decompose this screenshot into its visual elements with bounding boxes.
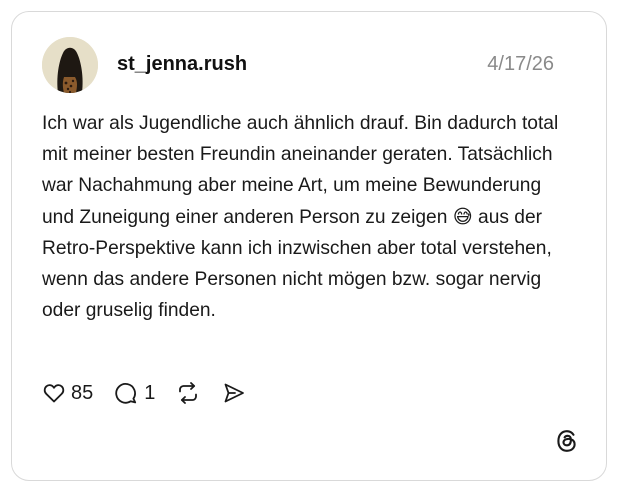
heart-icon [43, 384, 65, 403]
speech-bubble-icon [115, 383, 137, 404]
post-text: Ich war als Jugendliche auch ähnlich dra… [42, 113, 559, 322]
action-bar: 85 1 [42, 376, 267, 410]
post-card: st_jenna.rush 4/17/26 Ich war als Jugend… [11, 11, 607, 481]
repost-icon [179, 382, 198, 404]
send-icon [224, 383, 245, 403]
repost-button[interactable] [175, 380, 201, 406]
share-button[interactable] [221, 380, 247, 406]
reply-button[interactable]: 1 [113, 380, 155, 406]
threads-logo-icon [557, 430, 576, 452]
post-date: 4/17/26 [487, 53, 554, 75]
avatar[interactable] [42, 37, 98, 93]
like-button[interactable]: 85 [42, 381, 93, 405]
username[interactable]: st_jenna.rush [117, 52, 247, 76]
reply-count: 1 [144, 382, 156, 404]
like-count: 85 [71, 382, 94, 404]
avatar-image [42, 37, 98, 93]
